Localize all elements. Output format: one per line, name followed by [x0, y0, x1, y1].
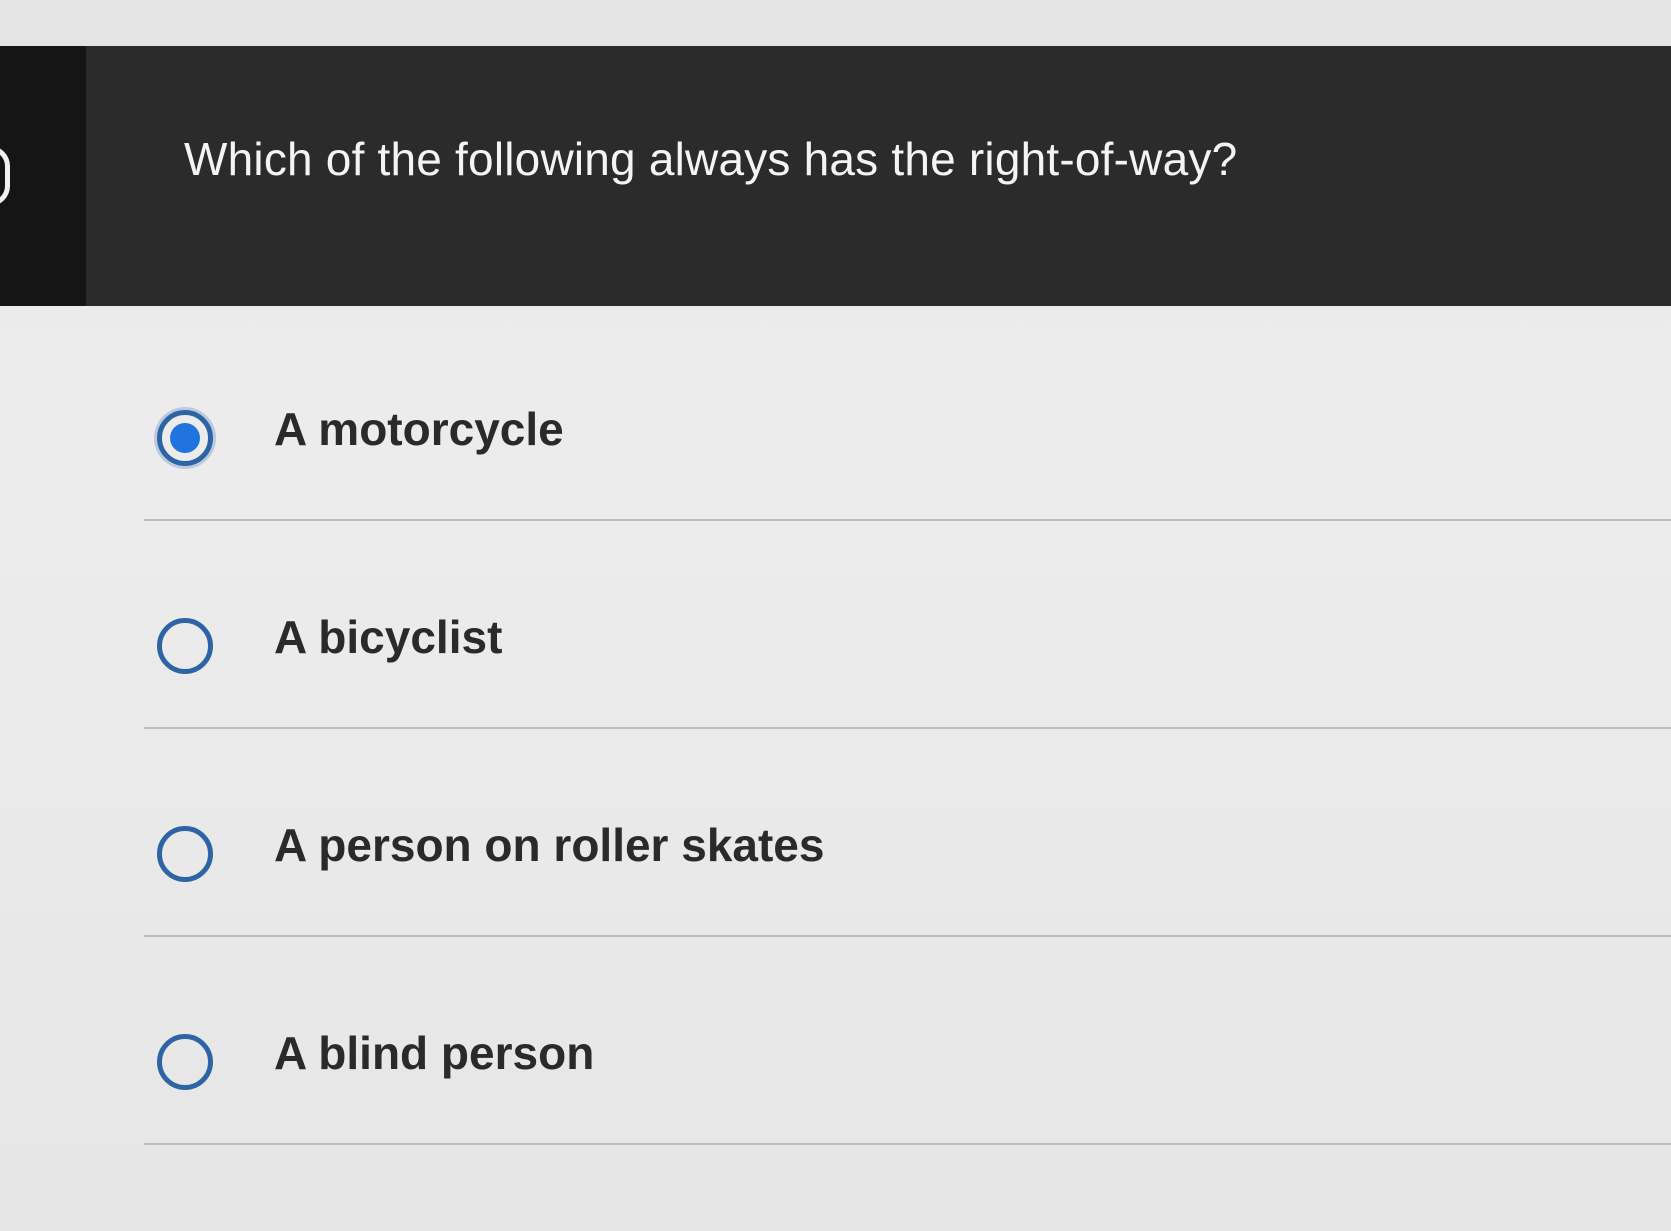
partial-icon	[0, 146, 10, 206]
question-text: Which of the following always has the ri…	[184, 133, 1238, 185]
option-d-blind-person[interactable]: A blind person	[140, 930, 1671, 1145]
option-divider	[144, 1143, 1671, 1145]
top-strip	[0, 0, 1671, 46]
option-a-motorcycle[interactable]: A motorcycle	[140, 306, 1671, 521]
left-rail	[0, 46, 86, 306]
radio-button[interactable]	[157, 1034, 213, 1090]
option-label[interactable]: A blind person	[274, 1026, 594, 1080]
option-label[interactable]: A person on roller skates	[274, 818, 824, 872]
option-label[interactable]: A motorcycle	[274, 402, 564, 456]
quiz-page: Which of the following always has the ri…	[0, 0, 1671, 1231]
radio-button-selected[interactable]	[157, 410, 213, 466]
radio-button[interactable]	[157, 826, 213, 882]
question-header: Which of the following always has the ri…	[0, 46, 1671, 306]
option-c-roller-skates[interactable]: A person on roller skates	[140, 722, 1671, 937]
option-label[interactable]: A bicyclist	[274, 610, 502, 664]
radio-button[interactable]	[157, 618, 213, 674]
option-b-bicyclist[interactable]: A bicyclist	[140, 514, 1671, 729]
